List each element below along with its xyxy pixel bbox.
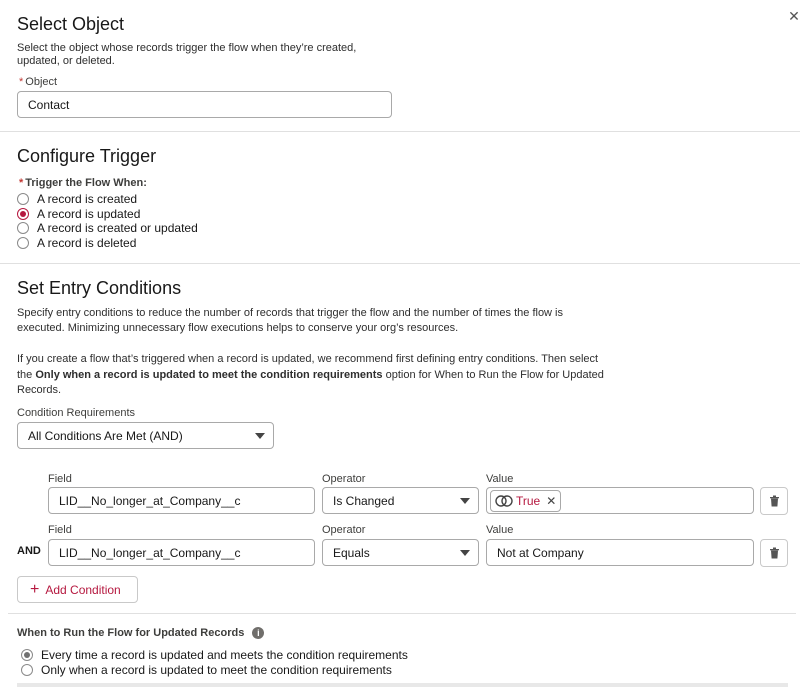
entry-desc-2b: the Only when a record is updated to mee… bbox=[17, 369, 604, 381]
object-label: * Object bbox=[19, 76, 58, 88]
plus-icon: + bbox=[30, 580, 40, 598]
when-to-run-label: When to Run the Flow for Updated Records… bbox=[17, 627, 265, 640]
entry-desc-2c: Records. bbox=[17, 384, 62, 396]
scroll-edge bbox=[17, 683, 788, 687]
condition-2-operator-select[interactable]: Equals bbox=[322, 539, 479, 566]
trigger-option-created[interactable]: A record is created bbox=[17, 192, 137, 206]
radio-checked-icon[interactable] bbox=[17, 208, 29, 220]
condition-1-operator-select[interactable]: Is Changed bbox=[322, 487, 479, 514]
entry-desc-1b: executed. Minimizing unnecessary flow ex… bbox=[17, 322, 459, 334]
run-option-only-when[interactable]: Only when a record is updated to meet th… bbox=[21, 663, 392, 677]
add-condition-button[interactable]: + Add Condition bbox=[17, 576, 138, 603]
info-icon[interactable]: i bbox=[252, 627, 265, 640]
object-input-value: Contact bbox=[28, 97, 70, 112]
condition-requirements-label: Condition Requirements bbox=[17, 407, 136, 419]
condition-2-field-input[interactable]: LID__No_longer_at_Company__c bbox=[48, 539, 315, 566]
radio-icon[interactable] bbox=[17, 193, 29, 205]
configure-trigger-title: Configure Trigger bbox=[17, 146, 157, 166]
chevron-down-icon bbox=[460, 549, 470, 556]
and-label: AND bbox=[17, 545, 41, 557]
entry-desc-1a: Specify entry conditions to reduce the n… bbox=[17, 307, 564, 319]
radio-icon[interactable] bbox=[21, 664, 33, 676]
close-icon[interactable]: ✕ bbox=[786, 8, 800, 24]
trash-icon bbox=[769, 495, 779, 507]
trash-icon bbox=[769, 547, 779, 559]
divider-3 bbox=[8, 613, 796, 614]
remove-pill-icon[interactable]: ✕ bbox=[546, 494, 556, 508]
value-label-1: Value bbox=[486, 473, 514, 485]
value-pill-true[interactable]: True ✕ bbox=[490, 489, 562, 512]
select-object-description-2: updated, or deleted. bbox=[17, 55, 115, 67]
condition-requirements-value: All Conditions Are Met (AND) bbox=[28, 428, 183, 443]
chevron-down-icon bbox=[255, 432, 265, 439]
object-input[interactable]: Contact bbox=[17, 91, 392, 118]
toggle-icon bbox=[495, 494, 513, 507]
condition-1-field-input[interactable]: LID__No_longer_at_Company__c bbox=[48, 487, 315, 514]
trigger-option-deleted[interactable]: A record is deleted bbox=[17, 236, 136, 250]
condition-1-value-input[interactable]: True ✕ bbox=[486, 487, 754, 514]
field-label-2: Field bbox=[48, 524, 72, 536]
divider-2 bbox=[0, 263, 800, 264]
select-object-title: Select Object bbox=[17, 14, 125, 34]
trigger-when-label: * Trigger the Flow When: bbox=[19, 177, 147, 189]
operator-label-1: Operator bbox=[322, 473, 366, 485]
delete-condition-1-button[interactable] bbox=[760, 487, 788, 515]
radio-icon[interactable] bbox=[17, 237, 29, 249]
delete-condition-2-button[interactable] bbox=[760, 539, 788, 567]
radio-checked-icon[interactable] bbox=[21, 649, 33, 661]
chevron-down-icon bbox=[460, 497, 470, 504]
trigger-option-updated[interactable]: A record is updated bbox=[17, 207, 140, 221]
condition-2-value-input[interactable]: Not at Company bbox=[486, 539, 754, 566]
divider-1 bbox=[0, 131, 800, 132]
entry-conditions-title: Set Entry Conditions bbox=[17, 278, 182, 298]
condition-requirements-select[interactable]: All Conditions Are Met (AND) bbox=[17, 422, 274, 449]
field-label-1: Field bbox=[48, 473, 72, 485]
operator-label-2: Operator bbox=[322, 524, 366, 536]
entry-desc-2a: If you create a flow that’s triggered wh… bbox=[17, 353, 599, 365]
radio-icon[interactable] bbox=[17, 222, 29, 234]
run-option-every-time[interactable]: Every time a record is updated and meets… bbox=[21, 648, 408, 662]
trigger-option-created-or-updated[interactable]: A record is created or updated bbox=[17, 221, 198, 235]
value-label-2: Value bbox=[486, 524, 514, 536]
